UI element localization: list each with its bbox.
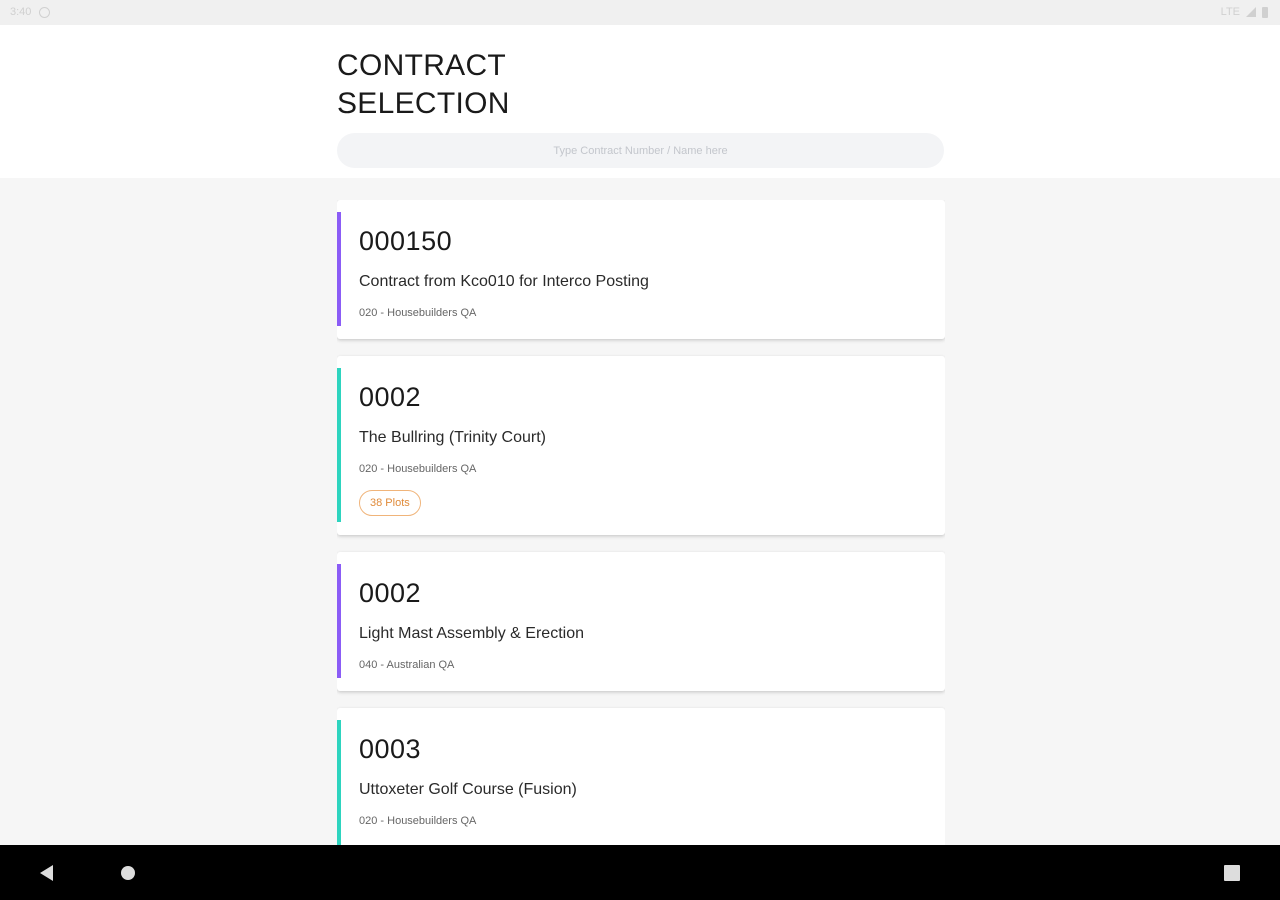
card-accent-bar bbox=[337, 564, 341, 678]
contract-card-2[interactable]: 0002 The Bullring (Trinity Court) 020 - … bbox=[337, 356, 945, 535]
contract-company: 020 - Housebuilders QA bbox=[359, 815, 477, 827]
battery-icon bbox=[1262, 6, 1268, 18]
contract-name: The Bullring (Trinity Court) bbox=[359, 429, 547, 446]
card-accent-bar bbox=[337, 212, 341, 326]
network-type: LTE bbox=[1220, 6, 1240, 18]
back-icon[interactable] bbox=[40, 865, 53, 881]
navigation-bar bbox=[0, 845, 1280, 900]
card-accent-bar bbox=[337, 720, 341, 845]
contract-company: 040 - Australian QA bbox=[359, 659, 455, 671]
contract-number: 0003 bbox=[359, 734, 422, 764]
notification-icon bbox=[39, 6, 51, 18]
contract-name: Light Mast Assembly & Erection bbox=[359, 625, 584, 642]
contract-name: Uttoxeter Golf Course (Fusion) bbox=[359, 781, 577, 798]
signal-icon bbox=[1246, 7, 1256, 17]
contract-number: 000150 bbox=[359, 226, 453, 256]
status-bar: 3:40 LTE bbox=[0, 0, 1280, 25]
contract-number: 0002 bbox=[359, 382, 422, 412]
home-icon[interactable] bbox=[121, 866, 135, 880]
contract-company: 020 - Housebuilders QA bbox=[359, 463, 477, 475]
status-left: 3:40 bbox=[10, 6, 51, 18]
card-accent-bar bbox=[337, 368, 341, 522]
contract-company: 020 - Housebuilders QA bbox=[359, 307, 477, 319]
contract-name: Contract from Kco010 for Interco Posting bbox=[359, 273, 649, 290]
contract-number: 0002 bbox=[359, 578, 422, 608]
contract-card-1[interactable]: 000150 Contract from Kco010 for Interco … bbox=[337, 200, 945, 339]
contract-card-4[interactable]: 0003 Uttoxeter Golf Course (Fusion) 020 … bbox=[337, 708, 945, 845]
recents-icon[interactable] bbox=[1224, 865, 1240, 881]
status-right: LTE bbox=[1221, 6, 1268, 18]
page-title: CONTRACT SELECTION bbox=[337, 49, 510, 120]
plots-badge: 38 Plots bbox=[359, 490, 421, 516]
status-time: 3:40 bbox=[10, 6, 32, 18]
header: CONTRACT SELECTION bbox=[0, 25, 1280, 178]
search-input[interactable] bbox=[337, 133, 944, 168]
contract-list: 000150 Contract from Kco010 for Interco … bbox=[337, 200, 945, 845]
contract-card-3[interactable]: 0002 Light Mast Assembly & Erection 040 … bbox=[337, 552, 945, 691]
